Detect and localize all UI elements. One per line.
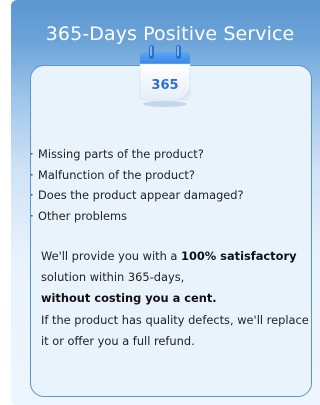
list-item: · Other problems	[30, 208, 128, 223]
guarantee-line-3: without costing you a cent.	[41, 291, 217, 306]
guarantee-line-2: solution within 365-days,	[41, 270, 185, 285]
guarantee-text: We'll provide you with a 100% satisfacto…	[41, 246, 317, 352]
list-item: · Does the product appear damaged?	[30, 188, 244, 202]
calendar-icon: 365	[139, 45, 191, 107]
guarantee-line-5: it or offer you a full refund.	[41, 333, 195, 348]
calendar-label: 365	[151, 78, 178, 93]
list-item: · Malfunction of the product?	[30, 167, 195, 182]
guarantee-line-4: If the product has quality defects, we'l…	[41, 312, 309, 327]
guarantee-line-1: We'll provide you with a 100% satisfacto…	[41, 249, 297, 263]
list-item: · Missing parts of the product?	[30, 147, 204, 161]
issue-list: · Missing parts of the product? · Malfunct…	[30, 144, 244, 226]
